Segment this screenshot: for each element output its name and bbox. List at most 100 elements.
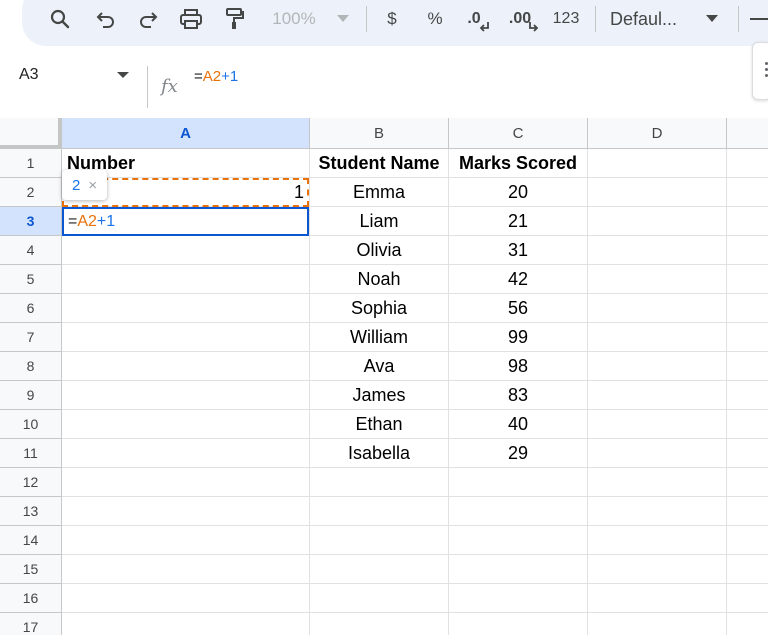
percent-format-button[interactable]: %	[424, 0, 446, 38]
cell-b8[interactable]: Ava	[310, 352, 449, 381]
undo-icon[interactable]	[94, 0, 118, 38]
column-header-a[interactable]: A	[62, 118, 310, 149]
cell-e17[interactable]	[727, 613, 768, 635]
font-chevron-down-icon[interactable]	[704, 0, 720, 38]
font-size-minus-icon[interactable]	[750, 0, 768, 38]
redo-icon[interactable]	[136, 0, 160, 38]
decrease-decimal-button[interactable]: .0	[462, 0, 494, 38]
name-box-chevron-down-icon[interactable]	[117, 72, 129, 78]
cell-a16[interactable]	[62, 584, 310, 613]
column-header-d[interactable]: D	[588, 118, 727, 149]
cell-b1[interactable]: Student Name	[310, 149, 449, 178]
cell-c3[interactable]: 21	[449, 207, 588, 236]
cell-d13[interactable]	[588, 497, 727, 526]
cell-e12[interactable]	[727, 468, 768, 497]
column-header-b[interactable]: B	[310, 118, 449, 149]
cell-a12[interactable]	[62, 468, 310, 497]
cell-e16[interactable]	[727, 584, 768, 613]
cell-a6[interactable]	[62, 294, 310, 323]
cell-d17[interactable]	[588, 613, 727, 635]
cell-c9[interactable]: 83	[449, 381, 588, 410]
cell-e2[interactable]	[727, 178, 768, 207]
row-header-16[interactable]: 16	[0, 584, 62, 613]
cell-d1[interactable]	[588, 149, 727, 178]
cell-a14[interactable]	[62, 526, 310, 555]
cell-a8[interactable]	[62, 352, 310, 381]
cell-c8[interactable]: 98	[449, 352, 588, 381]
cell-a9[interactable]	[62, 381, 310, 410]
cell-e4[interactable]	[727, 236, 768, 265]
cell-b16[interactable]	[310, 584, 449, 613]
cell-d11[interactable]	[588, 439, 727, 468]
cell-a11[interactable]	[62, 439, 310, 468]
column-header-c[interactable]: C	[449, 118, 588, 149]
cell-d9[interactable]	[588, 381, 727, 410]
currency-format-button[interactable]: $	[382, 0, 402, 38]
cell-c15[interactable]	[449, 555, 588, 584]
row-header-17[interactable]: 17	[0, 613, 62, 635]
search-menus-icon[interactable]	[48, 0, 72, 38]
cell-c12[interactable]	[449, 468, 588, 497]
cell-c4[interactable]: 31	[449, 236, 588, 265]
formula-input[interactable]: =A2+1	[194, 68, 238, 85]
active-cell-editor[interactable]: = A2 +1	[62, 207, 309, 236]
print-icon[interactable]	[178, 0, 204, 38]
cell-b13[interactable]	[310, 497, 449, 526]
cell-b6[interactable]: Sophia	[310, 294, 449, 323]
cell-b2[interactable]: Emma	[310, 178, 449, 207]
cell-a5[interactable]	[62, 265, 310, 294]
cell-c10[interactable]: 40	[449, 410, 588, 439]
row-header-6[interactable]: 6	[0, 294, 62, 323]
cell-e13[interactable]	[727, 497, 768, 526]
cell-e3[interactable]	[727, 207, 768, 236]
cell-e15[interactable]	[727, 555, 768, 584]
cell-c7[interactable]: 99	[449, 323, 588, 352]
cell-b9[interactable]: James	[310, 381, 449, 410]
cell-d7[interactable]	[588, 323, 727, 352]
row-header-8[interactable]: 8	[0, 352, 62, 381]
row-header-13[interactable]: 13	[0, 497, 62, 526]
row-header-14[interactable]: 14	[0, 526, 62, 555]
cell-d8[interactable]	[588, 352, 727, 381]
cell-c6[interactable]: 56	[449, 294, 588, 323]
cell-b3[interactable]: Liam	[310, 207, 449, 236]
select-all-corner[interactable]	[0, 118, 62, 149]
zoom-chevron-down-icon[interactable]	[336, 0, 350, 38]
row-header-15[interactable]: 15	[0, 555, 62, 584]
row-header-10[interactable]: 10	[0, 410, 62, 439]
cell-a7[interactable]	[62, 323, 310, 352]
cell-e1[interactable]	[727, 149, 768, 178]
row-header-12[interactable]: 12	[0, 468, 62, 497]
cell-c16[interactable]	[449, 584, 588, 613]
row-header-9[interactable]: 9	[0, 381, 62, 410]
cell-e6[interactable]	[727, 294, 768, 323]
row-header-2[interactable]: 2	[0, 178, 62, 207]
cell-e10[interactable]	[727, 410, 768, 439]
cell-c11[interactable]: 29	[449, 439, 588, 468]
cell-b17[interactable]	[310, 613, 449, 635]
row-header-4[interactable]: 4	[0, 236, 62, 265]
cell-d15[interactable]	[588, 555, 727, 584]
cell-c5[interactable]: 42	[449, 265, 588, 294]
cell-a17[interactable]	[62, 613, 310, 635]
more-formats-button[interactable]: 123	[550, 0, 582, 38]
cell-e9[interactable]	[727, 381, 768, 410]
cell-b7[interactable]: William	[310, 323, 449, 352]
cell-a13[interactable]	[62, 497, 310, 526]
cell-c13[interactable]	[449, 497, 588, 526]
cell-d3[interactable]	[588, 207, 727, 236]
row-header-7[interactable]: 7	[0, 323, 62, 352]
cell-c14[interactable]	[449, 526, 588, 555]
cell-e8[interactable]	[727, 352, 768, 381]
cell-d2[interactable]	[588, 178, 727, 207]
cell-d6[interactable]	[588, 294, 727, 323]
close-icon[interactable]: ×	[88, 177, 97, 194]
cell-d5[interactable]	[588, 265, 727, 294]
cell-b15[interactable]	[310, 555, 449, 584]
cell-c17[interactable]	[449, 613, 588, 635]
cell-b12[interactable]	[310, 468, 449, 497]
cell-d10[interactable]	[588, 410, 727, 439]
zoom-select[interactable]: 100%	[266, 0, 322, 38]
cell-d14[interactable]	[588, 526, 727, 555]
cell-b14[interactable]	[310, 526, 449, 555]
